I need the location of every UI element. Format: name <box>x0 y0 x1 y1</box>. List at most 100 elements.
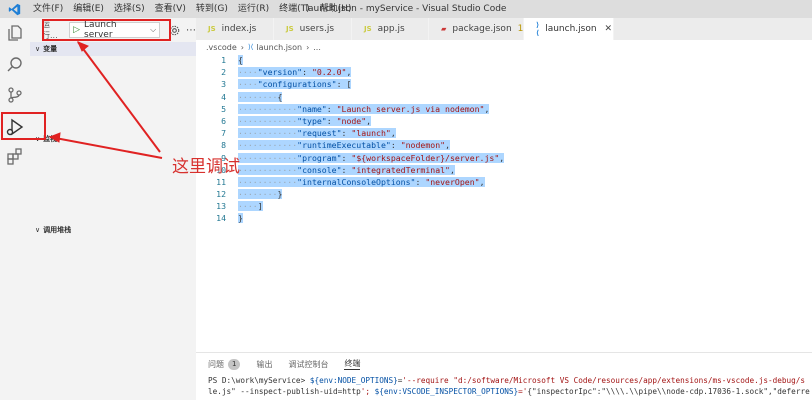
menu-file[interactable]: 文件(F) <box>28 0 68 18</box>
search-icon[interactable] <box>0 50 30 80</box>
menu-help[interactable]: 帮助(H) <box>315 0 357 18</box>
vscode-file-icon: ⟩⟨ <box>247 43 254 51</box>
chevron-down-icon: ∨ <box>35 226 41 234</box>
js-file-icon: JS <box>286 25 294 33</box>
tab-problems-label: 问题 <box>208 359 224 369</box>
section-variables[interactable]: ∨ 变量 <box>30 42 196 56</box>
explorer-icon[interactable] <box>0 18 30 48</box>
line-number-gutter: 1 2 3 4 5 6 7 8 9 10 11 12 13 14 <box>196 54 226 225</box>
menu-run[interactable]: 运行(R) <box>233 0 274 18</box>
breadcrumb-separator: › <box>240 42 244 52</box>
code-line[interactable]: ········{ <box>238 91 504 103</box>
annotation-box-run-toolbar <box>42 19 171 41</box>
terminal-line: le.js" --inspect-publish-uid=http'; ${en… <box>208 387 810 396</box>
line-number: 11 <box>216 176 226 187</box>
section-call-stack-label: 调用堆栈 <box>43 226 72 234</box>
vscode-file-icon: ⟩⟨ <box>536 21 540 37</box>
tab-launch-json[interactable]: ⟩⟨ launch.json ✕ <box>524 18 614 40</box>
code-line[interactable]: ············"internalConsoleOptions": "n… <box>238 176 504 188</box>
annotation-text: 这里调试 <box>172 157 240 177</box>
section-call-stack[interactable]: ∨ 调用堆栈 <box>30 223 196 237</box>
code-line-text: ············"name": "Launch server.js vi… <box>238 103 490 114</box>
js-file-icon: JS <box>208 25 216 33</box>
code-line-text: ········} <box>238 189 283 200</box>
tab-label: users.js <box>299 24 335 34</box>
package-json-icon: ▰ <box>441 25 447 33</box>
line-number: 5 <box>221 103 226 114</box>
code-line-text: ············"program": "${workspaceFolde… <box>238 152 505 163</box>
code-line[interactable]: ········} <box>238 188 504 200</box>
code-content[interactable]: { ····"version": "0.2.0", ····"configurati… <box>238 54 505 225</box>
code-editor[interactable]: 1 2 3 4 5 6 7 8 9 10 11 12 13 14 {····"version": "0.2… <box>196 54 812 352</box>
code-line-text: ············"type": "node", <box>238 115 372 126</box>
code-line[interactable]: { <box>238 54 504 66</box>
tab-users-js[interactable]: JS users.js <box>274 18 352 40</box>
code-line-text: ····"configurations": [ <box>238 79 352 90</box>
code-line[interactable]: } <box>238 212 504 224</box>
tab-label: index.js <box>221 24 257 34</box>
code-line-text: ············"console": "integratedTermin… <box>238 164 455 175</box>
tab-label: app.js <box>377 24 405 34</box>
breadcrumb-separator: › <box>306 42 310 52</box>
tab-problems[interactable]: 问题 1 <box>208 358 241 370</box>
bottom-panel: 问题 1 输出 调试控制台 终端 PS D:\work\myService> $… <box>196 352 812 400</box>
tab-debug-console[interactable]: 调试控制台 <box>288 359 328 370</box>
menu-bar: 文件(F) 编辑(E) 选择(S) 查看(V) 转到(G) 运行(R) 终端(T… <box>28 0 356 18</box>
annotation-box-run-icon <box>1 112 46 140</box>
terminal-line: PS D:\work\myService> ${env:NODE_OPTIONS… <box>208 376 806 385</box>
code-line[interactable]: ····] <box>238 200 504 212</box>
code-line-text: { <box>238 55 243 65</box>
vscode-logo-icon <box>0 0 28 18</box>
line-number: 8 <box>221 140 226 151</box>
terminal-output[interactable]: PS D:\work\myService> ${env:NODE_OPTIONS… <box>196 375 812 397</box>
chevron-down-icon: ∨ <box>35 45 41 53</box>
code-line[interactable]: ············"runtimeExecutable": "nodemo… <box>238 139 504 151</box>
tab-output[interactable]: 输出 <box>256 359 272 370</box>
line-number: 4 <box>221 91 226 102</box>
activity-bar <box>0 18 30 400</box>
title-bar: 文件(F) 编辑(E) 选择(S) 查看(V) 转到(G) 运行(R) 终端(T… <box>0 0 812 18</box>
source-control-icon[interactable] <box>0 80 30 110</box>
problems-count-badge: 1 <box>228 358 241 370</box>
code-line-text: ········{ <box>238 91 283 102</box>
code-line[interactable]: ····"version": "0.2.0", <box>238 66 504 78</box>
code-line[interactable]: ····"configurations": [ <box>238 78 504 90</box>
line-number: 13 <box>216 201 226 212</box>
menu-selection[interactable]: 选择(S) <box>109 0 150 18</box>
js-file-icon: JS <box>364 25 372 33</box>
line-number: 3 <box>221 79 226 90</box>
code-line[interactable]: ············"type": "node", <box>238 115 504 127</box>
problem-badge: 1 <box>517 24 524 34</box>
section-watch[interactable]: ∨ 监视 <box>30 132 196 146</box>
extensions-icon[interactable] <box>0 142 30 172</box>
menu-terminal[interactable]: 终端(T) <box>274 0 315 18</box>
breadcrumb: .vscode › ⟩⟨ launch.json › ... <box>196 40 321 54</box>
code-line[interactable]: ············"request": "launch", <box>238 127 504 139</box>
code-line-text: ····] <box>238 201 263 212</box>
tab-terminal[interactable]: 终端 <box>344 358 361 370</box>
breadcrumb-more[interactable]: ... <box>313 43 321 52</box>
menu-go[interactable]: 转到(G) <box>191 0 233 18</box>
line-number: 14 <box>216 213 226 224</box>
code-line[interactable]: ············"name": "Launch server.js vi… <box>238 103 504 115</box>
tab-app-js[interactable]: JS app.js <box>352 18 429 40</box>
menu-view[interactable]: 查看(V) <box>150 0 191 18</box>
more-actions-icon[interactable]: ⋯ <box>186 25 196 36</box>
breadcrumb-folder[interactable]: .vscode <box>206 43 237 52</box>
line-number: 7 <box>221 128 226 139</box>
menu-edit[interactable]: 编辑(E) <box>68 0 109 18</box>
line-number: 1 <box>221 55 226 65</box>
code-line[interactable]: ············"console": "integratedTermin… <box>238 164 504 176</box>
editor-tab-bar: JS index.js JS users.js JS app.js ▰ pack… <box>196 18 812 40</box>
code-line[interactable]: ············"program": "${workspaceFolde… <box>238 152 505 164</box>
code-line-text: ············"runtimeExecutable": "nodemo… <box>238 140 450 151</box>
tab-index-js[interactable]: JS index.js <box>196 18 274 40</box>
line-number: 12 <box>216 189 226 200</box>
close-icon[interactable]: ✕ <box>605 24 613 34</box>
line-number: 6 <box>221 115 226 126</box>
tab-label: package.json <box>452 24 512 34</box>
run-debug-sidebar: 运行... ▷ Launch server ⌵ ⋯ ∨ 变量 ∨ 监视 ∨ 调用… <box>30 18 196 400</box>
breadcrumb-file[interactable]: launch.json <box>256 43 302 52</box>
tab-package-json[interactable]: ▰ package.json 1 <box>429 18 524 40</box>
code-line-text: ····"version": "0.2.0", <box>238 67 352 78</box>
